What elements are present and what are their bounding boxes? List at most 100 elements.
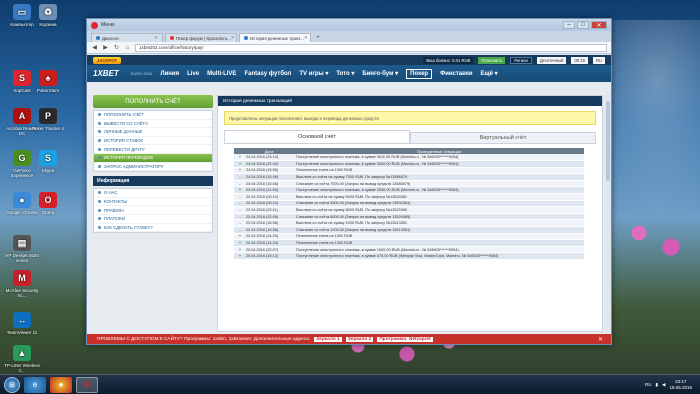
account-menu-item[interactable]: ИСТОРИЯ СТАВОК	[94, 137, 212, 146]
bullet-icon	[98, 139, 101, 143]
nav-tv-games[interactable]: TV игры ▾	[299, 70, 328, 77]
desktop-icon[interactable]: ▤ HP Deskjet 4620 series	[4, 235, 40, 263]
account-menu-item[interactable]: ПОПОЛНИТЬ СЧЁТ	[94, 111, 212, 120]
reload-icon[interactable]: ↻	[113, 44, 120, 51]
home-icon[interactable]: ⌂	[124, 45, 131, 51]
odds-format-select[interactable]: Десятичный	[536, 56, 567, 64]
app-icon: ▤	[13, 235, 31, 251]
language-select[interactable]: RU	[592, 56, 605, 64]
info-menu-item[interactable]: КОНТАКТЫ	[94, 198, 212, 207]
desktop-icon[interactable]: O Opera	[30, 192, 66, 215]
date-cell: 20.04.2016 (14:20)	[244, 239, 294, 247]
app-icon: ↔	[13, 312, 31, 328]
desktop-icon[interactable]: P Poker Tracker 4	[30, 108, 66, 131]
menu-item-label: ПРАВИЛА	[104, 207, 125, 213]
euro-badge[interactable]: EURO 2016	[131, 71, 153, 76]
info-menu-item[interactable]: О НАС	[94, 189, 212, 198]
balance-label: Ваш баланс: 0.01 RUB	[423, 56, 474, 64]
operation-cell: Выплата со счёта на сумму 8000 RUB. По з…	[294, 206, 584, 214]
opera-logo-icon[interactable]	[91, 21, 98, 29]
jackpot-badge[interactable]: JACKPOT	[93, 56, 122, 64]
account-menu-item[interactable]: ПЕРЕВЕСТИ ДРУГУ	[94, 145, 212, 154]
app-icon: O	[39, 192, 57, 208]
desktop-icon[interactable]: S Skype	[30, 150, 66, 173]
info-menu-item[interactable]: ПРАВИЛА	[94, 206, 212, 215]
menu-label[interactable]: Меню	[101, 22, 115, 28]
close-icon[interactable]: ✕	[591, 21, 607, 29]
desktop-icon-label: TeamViewer 11	[6, 330, 38, 335]
language-indicator[interactable]: RU	[645, 382, 652, 387]
table-row: -22.04.2016 (22:09) Списание со счёта 800…	[234, 213, 584, 221]
nav-multi-live[interactable]: Multi-LIVE	[207, 71, 236, 77]
table-row: -24.04.2016 (15:46) Списание со счёта 700…	[234, 180, 584, 188]
scrollbar-thumb[interactable]	[606, 101, 610, 181]
info-menu-item[interactable]: ПЛАТЕЖИ	[94, 215, 212, 224]
tab-dialogs[interactable]: Диалоги ✕	[91, 33, 163, 42]
nav-more[interactable]: Ещё ▾	[481, 70, 498, 77]
nav-toto[interactable]: Тото ▾	[336, 70, 354, 77]
app-icon: ♠	[39, 70, 57, 86]
info-menu-item[interactable]: КАК СДЕЛАТЬ СТАВКУ?	[94, 224, 212, 233]
network-icon[interactable]: ▮	[656, 382, 658, 388]
mirror-2-link[interactable]: Зеркало 2	[345, 336, 374, 342]
title-bar: Меню – □ ✕	[87, 19, 611, 31]
account-menu-item[interactable]: ЗАПРОС АДМИНИСТРАТОРУ	[94, 163, 212, 172]
volume-icon[interactable]: ◀	[662, 382, 665, 388]
menu-item-label: ЗАПРОС АДМИНИСТРАТОРУ	[104, 163, 164, 169]
account-menu: ПОПОЛНИТЬ СЧЁТ ВЫВЕСТИ СО СЧЁТА ЛИЧНЫЕ ДАН…	[93, 110, 213, 173]
tab-favicon-icon	[96, 36, 100, 40]
topup-account-button[interactable]: ПОПОЛНИТЬ СЧЁТ	[93, 95, 213, 108]
mirror-1-link[interactable]: Зеркало 1	[314, 336, 342, 342]
forward-icon[interactable]: ▶	[102, 44, 109, 51]
url-input[interactable]: 1xbet202.com/office/history/pay/	[135, 43, 607, 52]
tab-main-account[interactable]: Основной счёт	[224, 130, 410, 143]
site-top-strip: JACKPOT Ваш баланс: 0.01 RUB Пополнить Р…	[87, 55, 611, 65]
menu-item-label: О НАС	[104, 190, 118, 196]
tab-close-icon[interactable]: ✕	[231, 35, 235, 41]
nav-poker[interactable]: Покер	[406, 68, 433, 79]
netzapret-link[interactable]: Программа: Netzapret	[377, 336, 433, 342]
nav-bingo[interactable]: Бинго-бум ▾	[362, 70, 398, 77]
start-button[interactable]: ⊞	[4, 376, 20, 393]
table-row: +22.04.2016 (14:20) Пополнение счета на 1…	[234, 233, 584, 241]
nav-live[interactable]: Live	[187, 71, 199, 77]
operation-cell: Поступление электронного платежа, в сумм…	[294, 252, 584, 260]
tab-close-icon[interactable]: ✕	[304, 35, 308, 41]
new-tab-icon[interactable]: +	[313, 33, 323, 42]
account-menu-item[interactable]: ИСТОРИЯ ПЕРЕВОДОВ	[94, 153, 212, 163]
site-logo[interactable]: 1XBET	[93, 69, 119, 78]
region-button[interactable]: Регион	[510, 56, 532, 64]
table-row: -22.04.2016 (16:58) Выплата со счёта на с…	[234, 219, 584, 228]
tab-poker-forum[interactable]: Покер форум | SpaceZero... ✕	[165, 33, 237, 42]
desktop-icon[interactable]: M McAfee Security Sc...	[4, 270, 40, 298]
time-select[interactable]: 00:15	[571, 56, 588, 64]
tab-history[interactable]: История денежных транз... ✕	[239, 33, 311, 42]
operation-cell: Поступление электронного платежа, в сумм…	[294, 246, 584, 254]
clock[interactable]: 23:17 18.05.2016	[669, 379, 692, 391]
desktop-icon[interactable]: ♠ PokerStars	[30, 70, 66, 93]
tab-close-icon[interactable]: ✕	[154, 35, 158, 41]
close-bar-icon[interactable]: ✕	[598, 336, 603, 343]
maximize-icon[interactable]: □	[577, 21, 589, 29]
opera-taskbar-icon[interactable]: O	[76, 376, 98, 393]
back-icon[interactable]: ◀	[91, 44, 98, 51]
account-menu-item[interactable]: ВЫВЕСТИ СО СЧЁТА	[94, 120, 212, 129]
nav-fantasy[interactable]: Fantasy футбол	[244, 71, 291, 77]
chrome-taskbar-icon[interactable]: ●	[50, 376, 72, 393]
minimize-icon[interactable]: –	[563, 21, 575, 29]
tab-virtual-account[interactable]: Виртуальный счёт	[410, 132, 596, 143]
page-scrollbar[interactable]	[605, 91, 611, 334]
account-menu-item[interactable]: ЛИЧНЫЕ ДАННЫЕ	[94, 128, 212, 137]
desktop-icon-label: HP Deskjet 4620 series	[5, 253, 39, 263]
ie-taskbar-icon[interactable]: e	[24, 376, 46, 393]
sign-cell: -	[234, 173, 244, 181]
desktop-icon[interactable]: ▲ TP-LINK Wireless C...	[4, 345, 40, 373]
desktop-icon[interactable]: ↔ TeamViewer 11	[4, 312, 40, 335]
transactions-table: Дата Проведенные операции +24.04.2016 (2…	[234, 148, 584, 260]
topup-button[interactable]: Пополнить	[478, 56, 506, 64]
date-cell: 20.04.2016 (22:07)	[244, 246, 294, 254]
desktop-icon[interactable]: ♻ Корзина	[30, 4, 66, 27]
nav-line[interactable]: Линия	[160, 71, 179, 77]
date-cell: 22.04.2016 (16:58)	[244, 226, 294, 234]
nav-finbets[interactable]: Финставки	[440, 71, 472, 77]
